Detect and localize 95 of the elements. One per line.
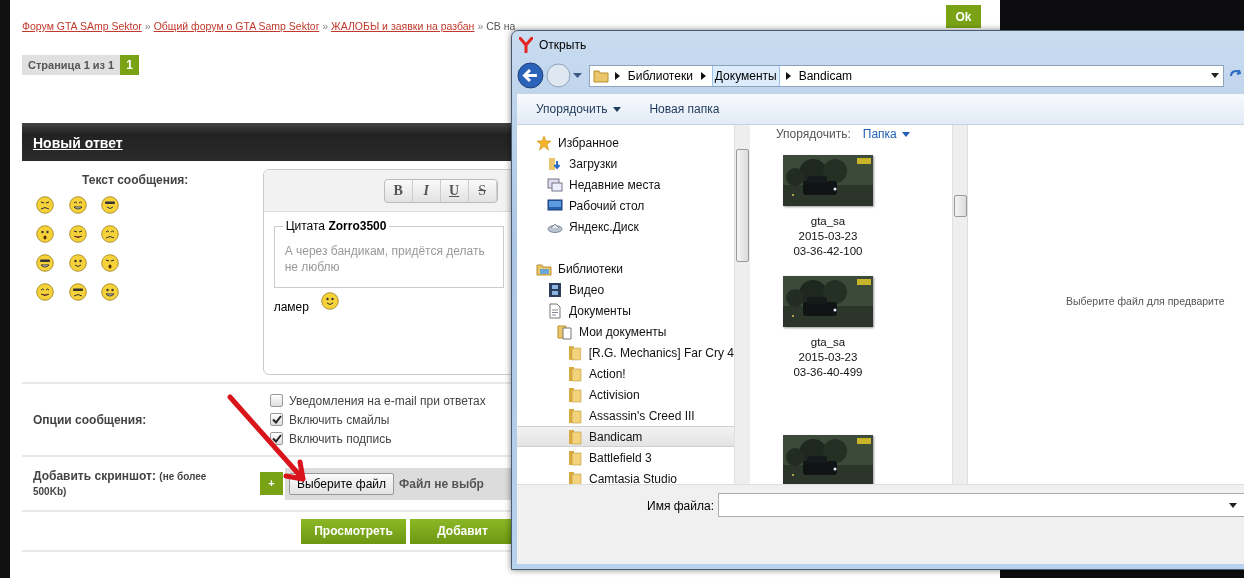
chevron-icon[interactable] (614, 71, 620, 80)
chevron-icon[interactable] (785, 71, 791, 80)
chevron-icon[interactable] (700, 71, 706, 80)
breadcrumb-link[interactable]: Форум GTA SAmp Sektor (22, 19, 142, 35)
smiley-icon[interactable] (101, 225, 120, 243)
window-title: Открыть (539, 36, 587, 54)
arrange-dropdown[interactable]: Папка (862, 125, 910, 143)
tree-item[interactable]: Assassin's Creed III (517, 405, 734, 426)
windows-icon (547, 176, 563, 193)
breadcrumb-separator: » (322, 19, 329, 35)
history-dropdown-icon[interactable] (572, 72, 582, 79)
filename-label: Имя файла: (646, 498, 715, 515)
path-segment[interactable]: Библиотеки (625, 65, 695, 86)
folder-icon (567, 344, 583, 361)
dropdown-icon[interactable] (1211, 73, 1220, 78)
breadcrumb-current: СВ на (486, 19, 516, 35)
smiley-icon[interactable] (68, 283, 87, 301)
folder-icon (567, 428, 583, 445)
format-button[interactable]: B (384, 179, 413, 202)
page-indicator: Страница 1 из 1 (22, 55, 121, 75)
tree-item[interactable]: [R.G. Mechanics] Far Cry 4 (517, 342, 734, 363)
smiley-icon[interactable] (36, 196, 54, 214)
tree-item[interactable]: Загрузки (517, 153, 734, 174)
toolbar-button[interactable]: Новая папка (649, 100, 720, 118)
smiley-icon[interactable] (36, 225, 54, 243)
format-button[interactable]: S (468, 179, 497, 202)
smiley-icon[interactable] (101, 254, 120, 272)
tree-item[interactable]: Bandicam (517, 426, 734, 447)
breadcrumb-separator: » (144, 19, 151, 35)
star-icon (536, 134, 552, 151)
app-icon (519, 36, 533, 53)
dropdown-icon[interactable] (901, 131, 910, 137)
checkbox[interactable] (270, 413, 283, 426)
tree-item[interactable]: Мои документы (517, 321, 734, 342)
file-name[interactable]: gta_sa 2015-03-23 03-36-40-499 (793, 335, 863, 380)
folder-icon (567, 365, 583, 382)
path-segment[interactable]: Bandicam (796, 65, 855, 86)
folder-icon (592, 67, 609, 84)
document-icon (547, 302, 563, 319)
tree-item[interactable]: Рабочий стол (517, 195, 734, 216)
field-label: Добавить скриншот: (не более 500Kb) (33, 468, 208, 499)
breadcrumb-link[interactable]: ЖАЛОБЫ и заявки на разбан (331, 19, 475, 35)
smiley-icon[interactable] (36, 283, 54, 301)
quote-title: Цитата Zorro3500 (282, 219, 390, 233)
folder-icon (547, 155, 563, 172)
breadcrumb-link[interactable]: Общий форум о GTA Samp Sektor (153, 19, 320, 35)
scrollbar[interactable] (952, 125, 967, 484)
back-icon[interactable] (517, 62, 544, 89)
smiley-icon[interactable] (101, 283, 120, 301)
smiley-icon[interactable] (68, 254, 87, 272)
dropdown-icon[interactable] (613, 106, 622, 112)
address-bar[interactable]: Библиотеки Документы Bandicam (588, 64, 1225, 87)
filename-field[interactable] (718, 493, 1244, 517)
path-segment[interactable]: Документы (711, 65, 780, 86)
scrollbar[interactable] (734, 125, 750, 484)
tree-item[interactable]: Библиотеки (517, 258, 734, 279)
quote-text: не люблю (284, 259, 341, 275)
smiley-icon[interactable] (68, 225, 87, 243)
format-button[interactable]: U (440, 179, 469, 202)
format-button[interactable]: I (412, 179, 441, 202)
message-text: ламер (273, 299, 309, 316)
dropdown-icon[interactable] (1229, 502, 1237, 508)
tree-item[interactable]: Action! (517, 363, 734, 384)
folder-icon (557, 323, 573, 340)
monitor-icon (547, 197, 563, 214)
tree-item[interactable]: Battlefield 3 (517, 447, 734, 468)
option-label[interactable]: Включить смайлы (289, 410, 390, 429)
section-title[interactable]: Новый ответ (33, 133, 123, 154)
smiley-icon[interactable] (101, 196, 120, 214)
smiley-icon[interactable] (36, 254, 54, 272)
field-label: Опции сообщения: (32, 411, 148, 429)
tree-item[interactable]: Activision (517, 384, 734, 405)
folder-icon (567, 407, 583, 424)
option-label[interactable]: Уведомления на e-mail при ответах (289, 391, 486, 410)
film-icon (547, 281, 563, 298)
arrange-label: Упорядочить: (776, 126, 851, 143)
checkbox[interactable] (270, 394, 283, 407)
file-status: Файл не выбр (399, 475, 484, 493)
smiley-icon[interactable] (68, 196, 87, 214)
tree-item[interactable]: Документы (517, 300, 734, 321)
tree-item[interactable]: Видео (517, 279, 734, 300)
folder-icon (567, 386, 583, 403)
tree-item[interactable]: Избранное (517, 132, 734, 153)
file-name[interactable]: gta_sa 2015-03-23 03-36-42-100 (793, 214, 863, 259)
field-label: Текст сообщения: (82, 172, 190, 189)
tree-item[interactable]: Яндекс.Диск (517, 216, 734, 237)
quote-text: А через бандикам, придётся делать (284, 243, 486, 259)
breadcrumb-separator: » (477, 19, 484, 35)
toolbar-button[interactable]: Упорядочить (536, 100, 622, 118)
option-label[interactable]: Включить подпись (289, 429, 392, 448)
smiley-icon[interactable] (320, 292, 339, 310)
choose-file-button[interactable]: Выберите файл (288, 472, 394, 495)
folder-icon (567, 449, 583, 466)
tree-item[interactable]: Недавние места (517, 174, 734, 195)
preview-hint: Выберите файл для предварите (1066, 293, 1225, 309)
